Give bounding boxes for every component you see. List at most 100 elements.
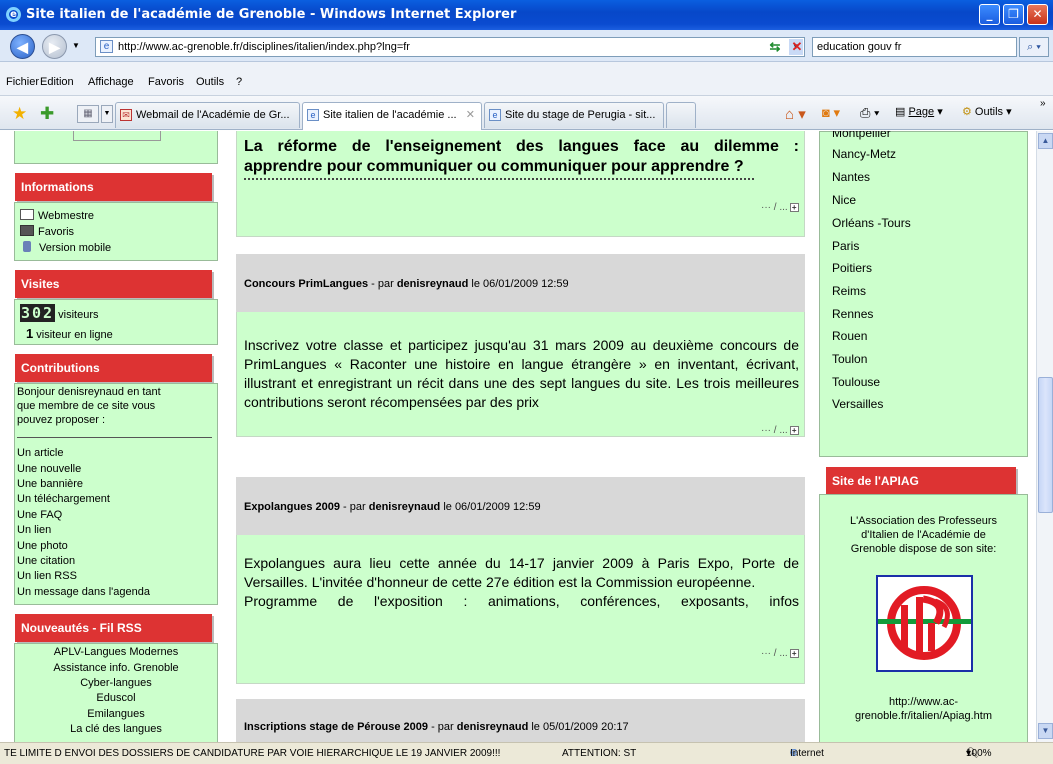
apiag-logo[interactable] (876, 575, 973, 672)
contribution-link[interactable]: Un téléchargement (17, 493, 110, 505)
page-menu-label: Page (908, 106, 935, 118)
article-header: Concours PrimLangues - par denisreynaud … (236, 254, 805, 312)
menu-edition[interactable]: Edition (40, 76, 74, 88)
article-body-para: Programme de l'exposition : animations, … (244, 593, 799, 609)
minimize-button[interactable]: _ (979, 4, 1000, 25)
contribution-link[interactable]: Une nouvelle (17, 463, 81, 475)
add-favorites-icon[interactable]: ✚ (40, 104, 54, 124)
rss-link[interactable]: La clé des langues (15, 723, 217, 735)
zoom-control[interactable]: 🔍︎ 100% ▾ (966, 743, 992, 764)
article-date: le 06/01/2009 12:59 (440, 501, 541, 513)
contribution-link[interactable]: Un lien RSS (17, 570, 77, 582)
window-title: Site italien de l'académie de Grenoble -… (26, 7, 517, 22)
academy-link[interactable]: Nantes (832, 170, 870, 184)
quick-tabs-icon[interactable]: ▦ (77, 105, 99, 123)
chevron-more-icon[interactable]: » (1040, 98, 1046, 109)
gear-icon: ⚙ (962, 106, 975, 118)
article-meta: Expolangues 2009 - par denisreynaud le 0… (244, 501, 541, 513)
rss-link[interactable]: Eduscol (15, 692, 217, 704)
menu-outils[interactable]: Outils (196, 76, 224, 88)
academy-link[interactable]: Reims (832, 284, 866, 298)
favoris-link[interactable]: Favoris (20, 225, 74, 238)
menu-help[interactable]: ? (236, 76, 242, 88)
page-icon: e (489, 109, 501, 121)
mobile-version-label: Version mobile (39, 242, 112, 254)
rss-link[interactable]: Emilangues (15, 708, 217, 720)
tools-menu[interactable]: ⚙ Outils ▾ (962, 105, 1012, 118)
tab-list-icon[interactable]: ▼ (101, 105, 113, 123)
article-author[interactable]: denisreynaud (369, 501, 441, 513)
menu-favoris[interactable]: Favoris (148, 76, 184, 88)
academy-link[interactable]: Nice (832, 193, 856, 207)
scroll-up-icon[interactable]: ▲ (1038, 133, 1053, 149)
scroll-down-icon[interactable]: ▼ (1038, 723, 1053, 739)
apiag-url[interactable]: grenoble.fr/italien/Apiag.htm (820, 710, 1027, 722)
online-counter: 1 visiteur en ligne (26, 326, 113, 341)
academy-link[interactable]: Versailles (832, 397, 883, 411)
webmestre-link[interactable]: Webmestre (20, 209, 94, 222)
tab-label: Webmail de l'Académie de Gr... (136, 109, 290, 121)
webmestre-label: Webmestre (38, 210, 95, 222)
page-menu[interactable]: ▤ Page ▾ (895, 105, 943, 118)
contribution-link[interactable]: Un message dans l'agenda (17, 586, 150, 598)
rss-feed-icon[interactable]: ◙ ▾ (822, 105, 840, 121)
scroll-thumb[interactable] (1038, 377, 1053, 513)
maximize-button[interactable]: ❐ (1003, 4, 1024, 25)
read-more-link[interactable]: ··· / ... + (761, 648, 799, 659)
history-dropdown-icon[interactable]: ▼ (72, 41, 80, 50)
print-icon[interactable]: ⎙ ▾ (860, 105, 879, 121)
academy-link[interactable]: Toulon (832, 352, 867, 366)
academy-link[interactable]: Toulouse (832, 375, 880, 389)
academy-link[interactable]: Nancy-Metz (832, 147, 896, 161)
contribution-link[interactable]: Un lien (17, 524, 51, 536)
tab-webmail[interactable]: ✉ Webmail de l'Académie de Gr... (115, 102, 300, 128)
back-button[interactable]: ◀ (10, 34, 35, 59)
rss-link[interactable]: APLV-Langues Modernes (15, 646, 217, 658)
article-meta-title[interactable]: Inscriptions stage de Pérouse 2009 (244, 721, 428, 733)
contribution-link[interactable]: Une FAQ (17, 509, 62, 521)
tab-close-icon[interactable]: ✕ (466, 103, 475, 127)
cropped-subtitle (244, 178, 754, 181)
rss-link[interactable]: Assistance info. Grenoble (15, 662, 217, 674)
academy-link[interactable]: Rennes (832, 307, 873, 321)
left-top-box (14, 131, 218, 164)
academy-link[interactable]: Paris (832, 239, 859, 253)
favorites-star-icon[interactable]: ★ (12, 104, 27, 124)
expand-icon: + (789, 426, 799, 435)
close-button[interactable]: ✕ (1027, 4, 1048, 25)
academy-link[interactable]: Montpellier (832, 131, 891, 140)
search-input[interactable]: education gouv fr (812, 37, 1017, 57)
article-author[interactable]: denisreynaud (457, 721, 529, 733)
contribution-link[interactable]: Une photo (17, 540, 68, 552)
address-input[interactable]: e http://www.ac-grenoble.fr/disciplines/… (95, 37, 805, 57)
stop-icon[interactable]: ✕ (787, 37, 807, 57)
apiag-url[interactable]: http://www.ac- (820, 696, 1027, 708)
forward-button[interactable]: ▶ (42, 34, 67, 59)
read-more-link[interactable]: ··· / ... + (761, 425, 799, 436)
article-body: Expolangues aura lieu cette année du 14-… (244, 554, 799, 611)
article-date: le 05/01/2009 20:17 (528, 721, 629, 733)
vertical-scrollbar[interactable]: ▲ ▼ (1036, 131, 1053, 742)
article-meta-title[interactable]: Expolangues 2009 (244, 501, 340, 513)
tab-site-italien[interactable]: e Site italien de l'académie ... ✕ (302, 102, 482, 130)
new-tab-button[interactable] (666, 102, 696, 128)
menu-fichier[interactable]: Fichier (6, 76, 39, 88)
article-author[interactable]: denisreynaud (397, 278, 469, 290)
status-message: TE LIMITE D ENVOI DES DOSSIERS DE CANDID… (4, 748, 501, 759)
home-icon[interactable]: ⌂ ▾ (785, 105, 806, 123)
contribution-link[interactable]: Une bannière (17, 478, 83, 490)
rss-link[interactable]: Cyber-langues (15, 677, 217, 689)
article-meta-title[interactable]: Concours PrimLangues (244, 278, 368, 290)
refresh-icon[interactable]: ⇆ (765, 37, 785, 57)
academy-link[interactable]: Orléans -Tours (832, 216, 911, 230)
mobile-version-link[interactable]: Version mobile (20, 241, 111, 254)
search-button[interactable]: ⌕ ▾ (1019, 37, 1049, 57)
article-title[interactable]: La réforme de l'enseignement des langues… (244, 137, 799, 177)
read-more-link[interactable]: ··· / ... + (761, 202, 799, 213)
contribution-link[interactable]: Une citation (17, 555, 75, 567)
tab-perugia[interactable]: e Site du stage de Perugia - sit... (484, 102, 664, 128)
contribution-link[interactable]: Un article (17, 447, 63, 459)
menu-affichage[interactable]: Affichage (88, 76, 134, 88)
academy-link[interactable]: Rouen (832, 329, 867, 343)
academy-link[interactable]: Poitiers (832, 261, 872, 275)
